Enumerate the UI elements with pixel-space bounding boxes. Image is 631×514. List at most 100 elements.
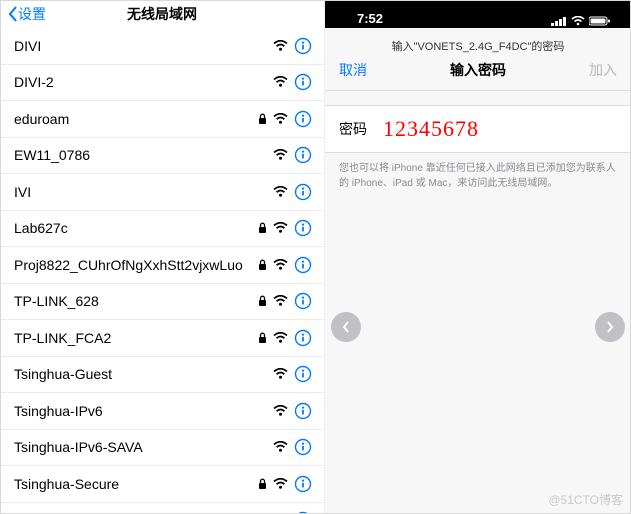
- wifi-row-icons: [257, 110, 312, 128]
- wifi-network-list[interactable]: DIVI DIVI-2 eduroam EW11_0786 IVI Lab627c Proj…: [0, 28, 324, 514]
- wifi-name: EW11_0786: [14, 147, 257, 163]
- password-modal: 输入"VONETS_2.4G_F4DC"的密码 取消 输入密码 加入 密码 12…: [325, 28, 631, 514]
- password-field[interactable]: 12345678: [383, 116, 479, 142]
- modal-title: 输入密码: [450, 60, 506, 80]
- wifi-row-icons: [257, 365, 312, 383]
- pager: [325, 312, 631, 342]
- wifi-row-icons: [257, 402, 312, 420]
- wifi-network-row[interactable]: Proj8822_CUhrOfNgXxhStt2vjxwLuo: [0, 247, 324, 284]
- modal-subtitle: 输入"VONETS_2.4G_F4DC"的密码: [325, 28, 631, 60]
- page-title: 无线局域网: [127, 4, 197, 24]
- status-icons: [551, 16, 611, 26]
- info-button[interactable]: [294, 73, 312, 91]
- wifi-name: Tsinghua-IPv6: [14, 403, 257, 419]
- wifi-network-row[interactable]: DIVI: [0, 28, 324, 65]
- wifi-icon: [273, 149, 288, 161]
- info-button[interactable]: [294, 402, 312, 420]
- wifi-network-row[interactable]: Tsinghua-IPv6: [0, 393, 324, 430]
- cancel-button[interactable]: 取消: [339, 60, 367, 80]
- wifi-icon: [273, 441, 288, 453]
- info-icon: [294, 475, 312, 493]
- wifi-name: eduroam: [14, 111, 257, 127]
- battery-icon: [589, 16, 611, 26]
- wifi-network-row[interactable]: eduroam: [0, 101, 324, 138]
- lock-icon: [258, 222, 267, 234]
- wifi-row-icons: [257, 37, 312, 55]
- wifi-row-icons: [257, 73, 312, 91]
- chevron-left-icon: [8, 6, 18, 22]
- signal-icon: [551, 16, 567, 26]
- wifi-name: IVI: [14, 184, 257, 200]
- wifi-header: 设置 无线局域网: [0, 0, 324, 28]
- info-button[interactable]: [294, 438, 312, 456]
- wifi-icon: [273, 368, 288, 380]
- wifi-icon: [273, 478, 288, 490]
- info-icon: [294, 256, 312, 274]
- watermark: @51CTO博客: [548, 491, 623, 508]
- status-bar: 7:52: [325, 0, 631, 28]
- lock-icon: [258, 332, 267, 344]
- wifi-name: DIVI: [14, 38, 257, 54]
- info-button[interactable]: [294, 365, 312, 383]
- wifi-row-icons: [257, 219, 312, 237]
- wifi-name: Tsinghua-IPv6-SAVA: [14, 439, 257, 455]
- info-button[interactable]: [294, 37, 312, 55]
- wifi-icon: [273, 40, 288, 52]
- wifi-network-row[interactable]: Tsinghua-Guest: [0, 357, 324, 394]
- password-panel: 7:52 输入"VONETS_2.4G_F4DC"的密码 取消: [325, 0, 631, 514]
- wifi-row-icons: [257, 329, 312, 347]
- status-time: 7:52: [345, 11, 551, 26]
- wifi-name: TP-LINK_FCA2: [14, 330, 257, 346]
- back-label: 设置: [18, 4, 46, 24]
- wifi-network-row[interactable]: EW11_0786: [0, 138, 324, 175]
- wifi-network-row[interactable]: TP-LINK_FCA2: [0, 320, 324, 357]
- info-icon: [294, 37, 312, 55]
- info-button[interactable]: [294, 110, 312, 128]
- password-row[interactable]: 密码 12345678: [325, 105, 631, 153]
- info-button[interactable]: [294, 146, 312, 164]
- info-button[interactable]: [294, 219, 312, 237]
- wifi-icon: [273, 295, 288, 307]
- wifi-icon: [273, 222, 288, 234]
- info-icon: [294, 365, 312, 383]
- info-icon: [294, 402, 312, 420]
- info-button[interactable]: [294, 329, 312, 347]
- join-button[interactable]: 加入: [589, 60, 617, 80]
- wifi-network-row[interactable]: Tsinghua-Secure: [0, 466, 324, 503]
- wifi-icon: [273, 332, 288, 344]
- modal-toolbar: 取消 输入密码 加入: [325, 60, 631, 91]
- wifi-status-icon: [571, 16, 585, 26]
- back-button[interactable]: 设置: [8, 4, 46, 24]
- info-icon: [294, 292, 312, 310]
- wifi-icon: [273, 186, 288, 198]
- info-button[interactable]: [294, 256, 312, 274]
- wifi-name: Proj8822_CUhrOfNgXxhStt2vjxwLuo: [14, 257, 257, 273]
- info-button[interactable]: [294, 292, 312, 310]
- lock-icon: [258, 478, 267, 490]
- wifi-network-row[interactable]: DIVI-2: [0, 65, 324, 102]
- wifi-network-row[interactable]: Tsinghua-IPv6-SAVA: [0, 430, 324, 467]
- wifi-row-icons: [257, 475, 312, 493]
- info-icon: [294, 329, 312, 347]
- lock-icon: [258, 259, 267, 271]
- wifi-name: Tsinghua-Guest: [14, 366, 257, 382]
- chevron-right-icon: [605, 320, 615, 334]
- wifi-network-row[interactable]: VONETS_2.4G_F4DC: [0, 503, 324, 514]
- info-icon: [294, 146, 312, 164]
- wifi-icon: [273, 113, 288, 125]
- password-label: 密码: [339, 119, 383, 139]
- wifi-row-icons: [257, 292, 312, 310]
- prev-button[interactable]: [331, 312, 361, 342]
- wifi-name: Lab627c: [14, 220, 257, 236]
- wifi-name: Tsinghua-Secure: [14, 476, 257, 492]
- wifi-settings-panel: 设置 无线局域网 DIVI DIVI-2 eduroam EW11_0786 IVI La…: [0, 0, 325, 514]
- wifi-network-row[interactable]: TP-LINK_628: [0, 284, 324, 321]
- wifi-row-icons: [257, 438, 312, 456]
- info-button[interactable]: [294, 183, 312, 201]
- info-button[interactable]: [294, 475, 312, 493]
- info-icon: [294, 110, 312, 128]
- next-button[interactable]: [595, 312, 625, 342]
- wifi-network-row[interactable]: IVI: [0, 174, 324, 211]
- wifi-network-row[interactable]: Lab627c: [0, 211, 324, 248]
- wifi-row-icons: [257, 183, 312, 201]
